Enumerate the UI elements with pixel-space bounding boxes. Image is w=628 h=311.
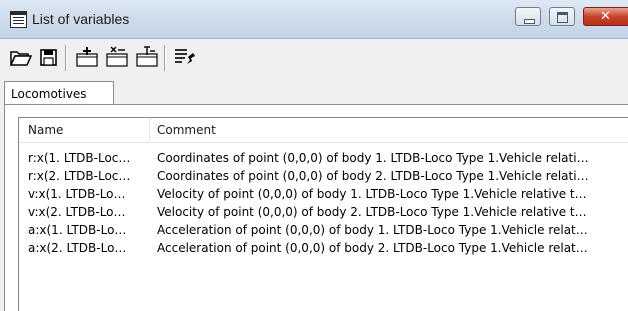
variable-comment: Acceleration of point (0,0,0) of body 1.…: [157, 223, 588, 237]
variable-comment: Velocity of point (0,0,0) of body 2. LTD…: [157, 205, 587, 219]
edit-variable-icon[interactable]: [134, 44, 160, 70]
list-window-icon: [10, 11, 27, 28]
column-header-name[interactable]: Name: [28, 123, 63, 137]
table-row[interactable]: a:x(2. LTDB-Lo… Acceleration of point (0…: [19, 240, 628, 258]
table-row[interactable]: r:x(2. LTDB-Loc… Coordinates of point (0…: [19, 168, 628, 186]
remove-variable-icon[interactable]: [104, 44, 130, 70]
tab-strip: Locomotives: [0, 78, 628, 107]
toolbar-separator: [164, 45, 166, 71]
variable-comment: Velocity of point (0,0,0) of body 1. LTD…: [157, 187, 587, 201]
variable-name: a:x(2. LTDB-Lo…: [28, 241, 127, 255]
variable-name: r:x(2. LTDB-Loc…: [28, 169, 131, 183]
maximize-button[interactable]: [549, 7, 575, 26]
toolbar-separator: [65, 45, 67, 71]
pin-list-icon[interactable]: [172, 44, 198, 70]
add-variable-icon[interactable]: [74, 44, 100, 70]
minimize-button[interactable]: [515, 7, 541, 26]
close-button[interactable]: ✕: [583, 7, 628, 26]
open-folder-icon[interactable]: [8, 44, 34, 70]
column-divider[interactable]: [149, 118, 150, 141]
variable-name: r:x(1. LTDB-Loc…: [28, 151, 131, 165]
tab-label: Locomotives: [11, 87, 87, 101]
variable-name: v:x(1. LTDB-Lo…: [28, 187, 126, 201]
toolbar: [0, 39, 628, 75]
list-header: Name Comment: [19, 118, 628, 143]
table-row[interactable]: v:x(1. LTDB-Lo… Velocity of point (0,0,0…: [19, 186, 628, 204]
variable-comment: Coordinates of point (0,0,0) of body 2. …: [157, 169, 589, 183]
table-row[interactable]: a:x(1. LTDB-Lo… Acceleration of point (0…: [19, 222, 628, 240]
column-header-comment[interactable]: Comment: [157, 123, 216, 137]
table-row[interactable]: v:x(2. LTDB-Lo… Velocity of point (0,0,0…: [19, 204, 628, 222]
variables-list[interactable]: Name Comment r:x(1. LTDB-Loc… Coordinate…: [18, 117, 628, 311]
table-row[interactable]: r:x(1. LTDB-Loc… Coordinates of point (0…: [19, 150, 628, 168]
variable-comment: Acceleration of point (0,0,0) of body 2.…: [157, 241, 588, 255]
save-icon[interactable]: [36, 44, 62, 70]
variable-name: v:x(2. LTDB-Lo…: [28, 205, 126, 219]
variable-name: a:x(1. LTDB-Lo…: [28, 223, 127, 237]
window-title: List of variables: [32, 11, 130, 27]
close-icon: ✕: [600, 9, 611, 24]
variable-comment: Coordinates of point (0,0,0) of body 1. …: [157, 151, 589, 165]
window-titlebar[interactable]: List of variables ✕: [0, 0, 628, 39]
